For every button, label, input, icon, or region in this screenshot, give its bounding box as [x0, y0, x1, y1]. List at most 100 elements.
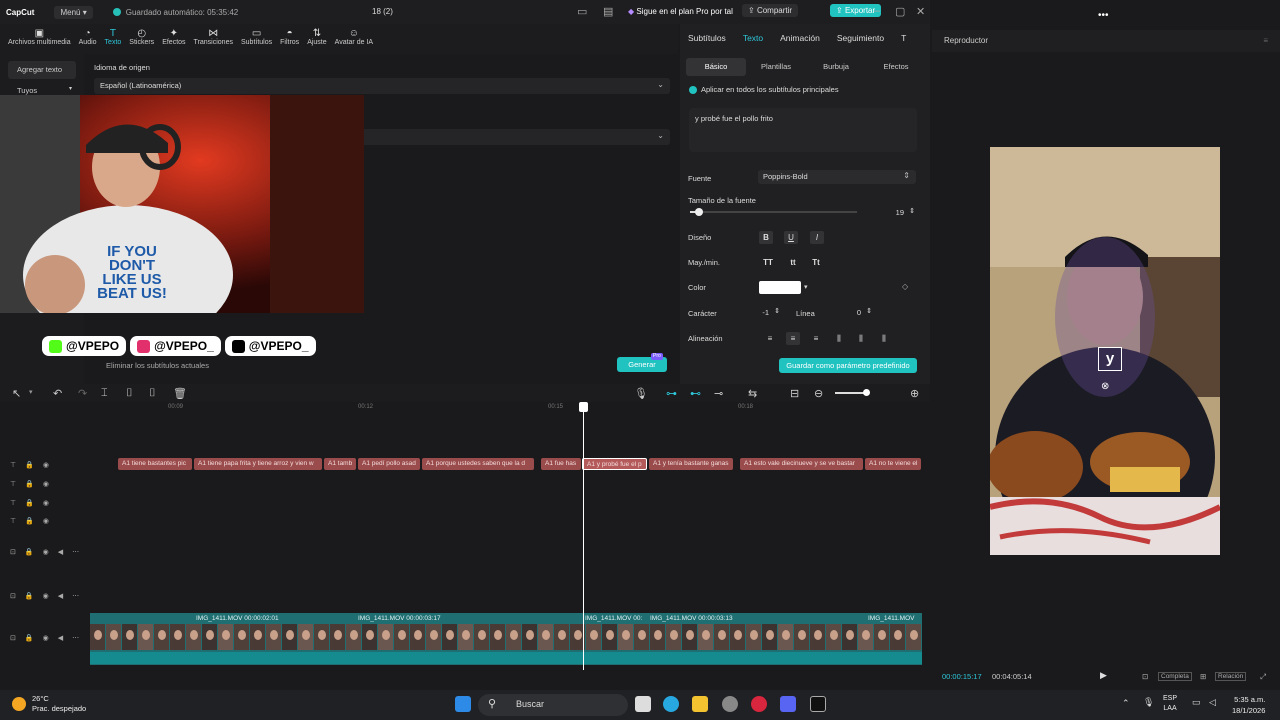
weather-widget[interactable]: 26°C Prac. despejado — [12, 694, 86, 714]
volume-icon[interactable]: ◁ — [1209, 697, 1216, 708]
subtitle-clip[interactable]: A1 porque ustedes saben que la d — [422, 458, 534, 470]
network-icon[interactable]: ▭ — [1192, 697, 1201, 708]
subtitle-text-input[interactable]: y probé fue el pollo frito — [689, 108, 917, 152]
generate-button[interactable]: Generar Pro — [617, 353, 667, 372]
opera-icon[interactable] — [751, 696, 767, 712]
toolbar-adjust[interactable]: ⇅ Ajuste — [307, 24, 326, 54]
zoom-slider[interactable] — [835, 389, 870, 396]
delete-current-subtitles-option[interactable]: Eliminar los subtítulos actuales — [106, 361, 209, 370]
slider-knob[interactable] — [695, 208, 703, 216]
toolbar-text[interactable]: T Texto — [105, 24, 122, 54]
system-clock[interactable]: 5:35 a.m. 18/1/2026 — [1232, 694, 1265, 716]
rotate-icon[interactable]: ⊗ — [1101, 381, 1109, 392]
lock-icon[interactable]: 🔒 — [25, 634, 34, 642]
uppercase-button[interactable]: TT — [761, 256, 775, 269]
audio-waveform[interactable] — [90, 652, 922, 664]
speaker-icon[interactable]: ◀ — [58, 548, 63, 556]
subtab-effects[interactable]: Efectos — [866, 58, 926, 76]
undo-icon[interactable]: ↶ — [53, 387, 62, 400]
underline-button[interactable]: U — [784, 231, 798, 244]
vertical-justify-icon[interactable]: ⫼ — [877, 332, 891, 345]
windows-start-icon[interactable] — [455, 696, 471, 712]
more-icon[interactable]: ⋯ — [72, 634, 79, 642]
layout-icon[interactable]: ▭ — [577, 5, 587, 18]
fit-icon[interactable]: ⊟ — [790, 387, 799, 400]
timeline-ruler[interactable]: 00:09 00:12 00:15 00:18 — [90, 402, 930, 418]
font-select[interactable]: Poppins-Bold ⇕ — [758, 170, 916, 184]
microphone-icon[interactable]: 🎙 — [634, 387, 648, 400]
character-stepper[interactable]: -1 ⇕ — [738, 306, 783, 319]
eye-icon[interactable]: ◉ — [43, 499, 49, 507]
subtitle-clip[interactable]: A1 y tenía bastante ganas — [649, 458, 733, 470]
subtitle-clip[interactable]: A1 tamb — [324, 458, 356, 470]
language-indicator[interactable]: ESP LAA — [1163, 694, 1177, 714]
toolbar-avatar[interactable]: ☺ Avatar de IA — [335, 24, 373, 54]
ratio-button[interactable]: Relación — [1215, 672, 1247, 681]
tab-tracking[interactable]: Seguimiento — [837, 24, 893, 52]
zoom-in-icon[interactable]: ⊕ — [910, 387, 919, 400]
toolbar-filters[interactable]: ◓ Filtros — [280, 24, 299, 54]
more-icon[interactable]: ⋯ — [72, 548, 79, 556]
apply-all-checkbox[interactable]: Aplicar en todos los subtítulos principa… — [689, 85, 839, 94]
lock-icon[interactable]: 🔒 — [25, 461, 34, 469]
discord-icon[interactable] — [780, 696, 796, 712]
link-icon[interactable]: ⊷ — [690, 387, 701, 400]
menu-button[interactable]: Menú ▾ — [54, 5, 93, 19]
bold-button[interactable]: B — [759, 231, 773, 244]
file-explorer-icon[interactable] — [692, 696, 708, 712]
complete-button[interactable]: Completa — [1158, 672, 1192, 681]
subtitle-clip[interactable]: A1 tiene bastantes pic — [118, 458, 192, 470]
tab-text[interactable]: Texto — [743, 24, 772, 52]
titlecase-button[interactable]: Tt — [809, 256, 823, 269]
shortcuts-icon[interactable]: ▤ — [603, 5, 613, 18]
redo-icon[interactable]: ↷ — [78, 387, 87, 400]
lock-icon[interactable]: 🔒 — [25, 499, 34, 507]
font-size-stepper[interactable]: 19 ⇕ — [870, 206, 918, 219]
microphone-icon[interactable]: 🎙 — [1143, 697, 1154, 708]
toolbar-effects[interactable]: ✦ Efectos — [162, 24, 185, 54]
minimize-icon[interactable]: – — [874, 5, 880, 17]
chevron-down-icon[interactable]: ▾ — [804, 283, 808, 291]
magnet-icon[interactable]: ⊶ — [666, 387, 677, 400]
more-icon[interactable]: ••• — [1098, 10, 1109, 21]
toolbar-stickers[interactable]: ◴ Stickers — [129, 24, 154, 54]
lock-icon[interactable]: 🔒 — [25, 548, 34, 556]
expand-icon[interactable]: ⤢ — [1260, 672, 1266, 682]
video-preview[interactable]: y ⊗ — [990, 147, 1220, 555]
speaker-icon[interactable]: ◀ — [58, 592, 63, 600]
maximize-icon[interactable]: ▢ — [895, 5, 905, 18]
play-icon[interactable]: ▶ — [1100, 670, 1107, 681]
focus-icon[interactable]: ⊞ — [1200, 672, 1206, 681]
delete-icon[interactable]: 🗑 — [173, 387, 187, 400]
more-icon[interactable]: ⋯ — [72, 592, 79, 600]
line-stepper[interactable]: 0 ⇕ — [828, 306, 875, 319]
close-icon[interactable]: ✕ — [916, 5, 925, 18]
split-icon[interactable]: ⌶ — [101, 387, 108, 400]
italic-button[interactable]: I — [810, 231, 824, 244]
preview-axis-icon[interactable]: ⊸ — [714, 387, 723, 400]
keyframe-icon[interactable]: ◇ — [902, 282, 908, 291]
tab-subtitles[interactable]: Subtítulos — [688, 24, 735, 52]
zoom-out-icon[interactable]: ⊖ — [814, 387, 823, 400]
capcut-icon[interactable] — [810, 696, 826, 712]
chevron-down-icon[interactable]: ▾ — [29, 388, 33, 396]
align-right-icon[interactable]: ≡ — [809, 332, 823, 345]
split-left-icon[interactable]: ⌷ — [126, 387, 133, 400]
subtitle-clip[interactable]: A1 esto vale diecinueve y se ve bastar — [740, 458, 863, 470]
task-view-icon[interactable] — [635, 696, 651, 712]
subtab-basic[interactable]: Básico — [686, 58, 746, 76]
subtitle-clip-selected[interactable]: A1 y probé fue el p — [582, 458, 647, 470]
chevron-up-icon[interactable]: ⌃ — [1122, 698, 1130, 709]
subtitle-clip[interactable]: A1 tiene papa frita y tiene arroz y vien… — [194, 458, 322, 470]
lowercase-button[interactable]: tt — [786, 256, 800, 269]
eye-icon[interactable]: ◉ — [43, 461, 49, 469]
telegram-icon[interactable] — [663, 696, 679, 712]
toolbar-transitions[interactable]: ⋈ Transiciones — [194, 24, 233, 54]
source-language-select[interactable]: Español (Latinoamérica) ⌄ — [94, 78, 670, 94]
share-button[interactable]: ⇪ Compartir — [742, 4, 799, 17]
align-center-icon[interactable]: ≡ — [786, 332, 800, 345]
playhead[interactable] — [579, 402, 588, 670]
lock-icon[interactable]: 🔒 — [25, 517, 34, 525]
eye-icon[interactable]: ◉ — [43, 480, 49, 488]
speaker-icon[interactable]: ◀ — [58, 634, 63, 642]
